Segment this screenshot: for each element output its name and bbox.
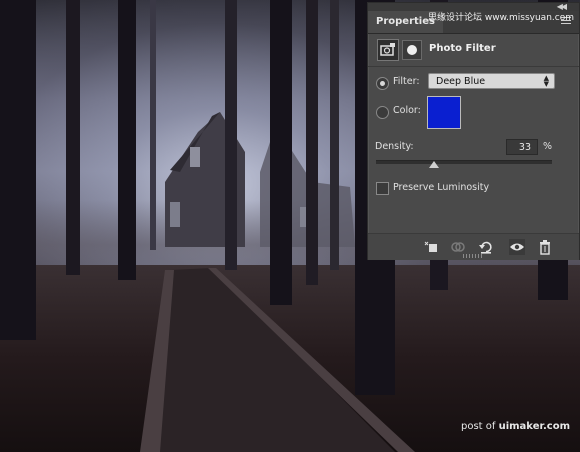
properties-panel: ◀◀ Properties Photo Filter Filter: Deep … bbox=[367, 2, 580, 260]
tree-trunk bbox=[118, 0, 136, 280]
color-swatch[interactable] bbox=[427, 96, 461, 129]
tree-trunk bbox=[66, 0, 80, 275]
preserve-luminosity-label: Preserve Luminosity bbox=[393, 182, 490, 193]
color-radio[interactable] bbox=[376, 106, 389, 119]
density-slider-thumb[interactable] bbox=[429, 161, 440, 168]
clip-to-layer-icon[interactable] bbox=[423, 239, 439, 255]
filter-dropdown-value: Deep Blue bbox=[436, 76, 486, 87]
density-input[interactable]: 33 bbox=[506, 139, 538, 155]
tree-trunk bbox=[0, 0, 36, 340]
tree-trunk bbox=[225, 0, 237, 270]
dropdown-arrows-icon: ▲ ▼ bbox=[543, 74, 549, 88]
adjustment-header: Photo Filter bbox=[368, 34, 579, 67]
adjustment-layer-icon[interactable] bbox=[377, 39, 399, 61]
preserve-luminosity-checkbox[interactable] bbox=[376, 182, 389, 195]
filter-radio[interactable] bbox=[376, 77, 389, 90]
panel-resize-grip[interactable] bbox=[463, 254, 483, 258]
tree-trunk bbox=[306, 0, 318, 285]
density-unit: % bbox=[543, 141, 553, 152]
watermark-brand: uimaker.com bbox=[498, 421, 570, 432]
tree-trunk bbox=[150, 0, 156, 250]
trash-icon[interactable] bbox=[537, 239, 553, 255]
haunted-house bbox=[165, 112, 355, 247]
watermark-bottom: post of uimaker.com bbox=[461, 421, 570, 432]
layer-mask-icon[interactable] bbox=[402, 40, 422, 60]
view-previous-state-icon[interactable] bbox=[450, 239, 466, 255]
tree-trunk bbox=[270, 0, 292, 305]
density-label: Density: bbox=[375, 141, 414, 152]
adjustment-title: Photo Filter bbox=[429, 43, 496, 54]
reset-icon[interactable] bbox=[478, 239, 494, 255]
visibility-icon[interactable] bbox=[509, 239, 525, 255]
density-slider-track[interactable] bbox=[376, 160, 552, 164]
tree-trunk bbox=[330, 0, 339, 270]
filter-dropdown[interactable]: Deep Blue ▲ ▼ bbox=[428, 73, 555, 89]
color-label: Color: bbox=[393, 105, 421, 116]
watermark-top: 思缘设计论坛 www.missyuan.com bbox=[428, 13, 574, 23]
filter-label: Filter: bbox=[393, 76, 420, 87]
watermark-prefix: post of bbox=[460, 421, 496, 432]
